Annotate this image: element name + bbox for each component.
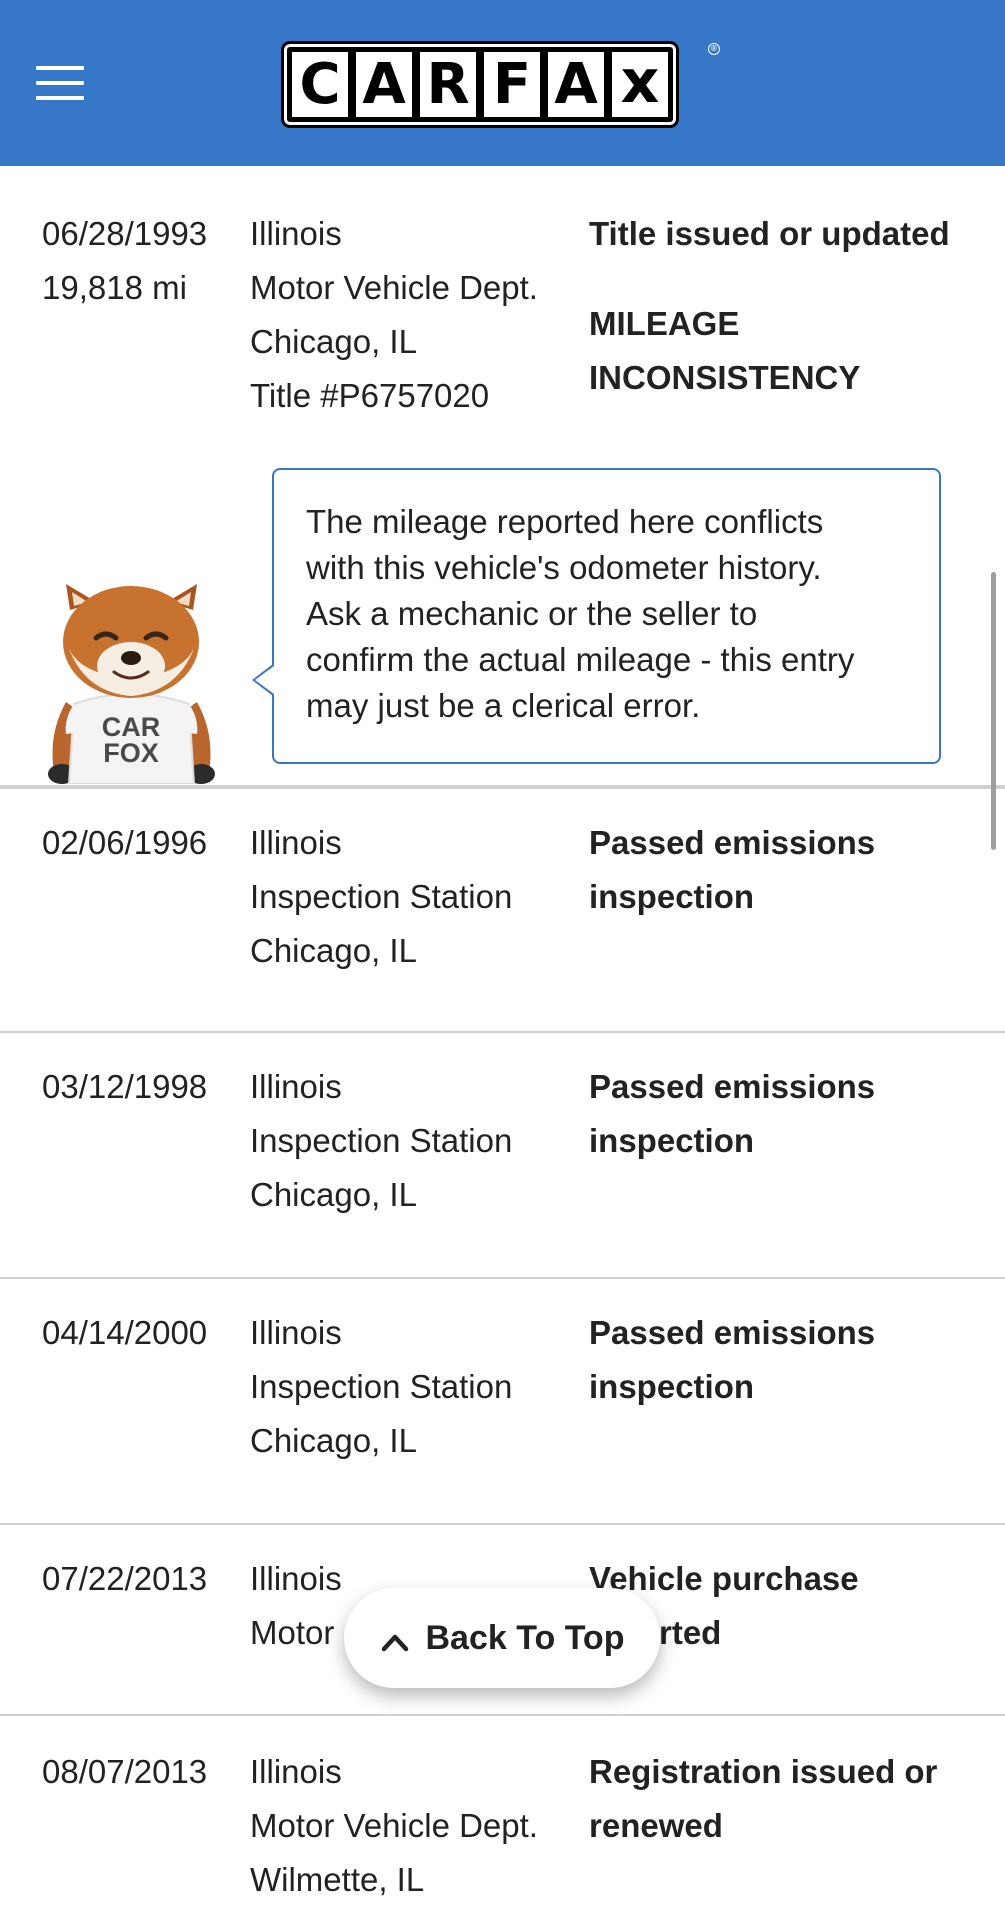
event-line: MILEAGE [589,305,740,342]
record-source-column: Illinois Inspection Station Chicago, IL [250,816,512,978]
source-line: Inspection Station [250,878,513,915]
history-record: 04/14/2000 Illinois Inspection Station C… [0,1279,1005,1525]
event-spacer [589,261,989,297]
event-line: INCONSISTENCY [589,359,861,396]
carfax-logo[interactable]: C A R F A x [281,41,679,128]
source-line: Inspection Station [250,1122,513,1159]
record-event-column: Passed emissions inspection [589,816,989,924]
history-record: 03/12/1998 Illinois Inspection Station C… [0,1033,1005,1279]
record-source-column: Illinois Motor Vehicle Dept. Wilmette, I… [250,1745,538,1907]
source-line: Chicago, IL [250,932,417,969]
record-date: 02/06/1996 [42,824,208,861]
history-record: 08/07/2013 Illinois Motor Vehicle Dept. … [0,1716,1005,1920]
callout-line: confirm the actual mileage - this entry [306,641,855,678]
app-header: C A R F A x ® [0,0,1005,166]
event-line: Passed emissions [589,824,876,861]
record-date: 06/28/1993 [42,215,208,252]
source-line: Illinois [250,1560,342,1597]
source-line: Illinois [250,1753,342,1790]
callout-line: may just be a clerical error. [306,687,701,724]
source-line: Illinois [250,1068,342,1105]
record-date-column: 06/28/1993 19,818 mi [42,207,207,315]
source-line: Inspection Station [250,1368,513,1405]
logo-letter: F [481,49,543,120]
callout-pointer-fill [255,666,274,694]
mileage-warning-callout: The mileage reported here conflicts with… [272,468,941,764]
source-line: Motor Vehicle Dept. [250,269,538,306]
record-date: 03/12/1998 [42,1068,208,1105]
record-source-column: Illinois Inspection Station Chicago, IL [250,1306,512,1468]
record-date: 04/14/2000 [42,1314,208,1351]
event-line: Vehicle purchase [589,1560,859,1597]
record-date: 08/07/2013 [42,1753,208,1790]
event-line: renewed [589,1807,723,1844]
logo-letter: R [417,49,479,120]
logo-letter: A [353,49,415,120]
source-line: Illinois [250,824,342,861]
record-source-column: Illinois Motor [250,1552,342,1660]
logo-letter: x [609,47,671,120]
event-line: inspection [589,1122,755,1159]
event-line: Passed emissions [589,1314,876,1351]
source-line: Chicago, IL [250,1422,417,1459]
event-line: Title issued or updated [589,215,950,252]
record-source-column: Illinois Inspection Station Chicago, IL [250,1060,512,1222]
event-line: inspection [589,878,755,915]
event-line: Registration issued or [589,1753,938,1790]
carfox-mascot-image: CAR FOX [48,584,215,784]
callout-line: Ask a mechanic or the seller to [306,595,758,632]
back-to-top-label: Back To Top [425,1618,625,1657]
event-line: Passed emissions [589,1068,876,1105]
source-line: Motor Vehicle Dept. [250,1807,538,1844]
record-event-column: Passed emissions inspection [589,1060,989,1168]
source-line: Chicago, IL [250,1176,417,1213]
source-line: Motor [250,1614,335,1651]
logo-letter: A [545,49,607,120]
record-mileage: 19,818 mi [42,269,187,306]
record-event-column: Registration issued or renewed [589,1745,989,1853]
shirt-text: FOX [103,738,159,768]
source-line: Chicago, IL [250,323,417,360]
menu-icon[interactable] [36,66,84,102]
record-event-column: Title issued or updated MILEAGE INCONSIS… [589,207,989,405]
back-to-top-button[interactable]: Back To Top [344,1588,660,1688]
history-record: 02/06/1996 Illinois Inspection Station C… [0,787,1005,1033]
callout-line: with this vehicle's odometer history. [306,549,822,586]
event-line: inspection [589,1368,755,1405]
record-event-column: Passed emissions inspection [589,1306,989,1414]
logo-letter: C [289,49,351,120]
registered-mark: ® [708,43,720,55]
record-source-column: Illinois Motor Vehicle Dept. Chicago, IL… [250,207,538,423]
source-line: Title #P6757020 [250,377,490,414]
callout-line: The mileage reported here conflicts [306,503,824,540]
source-line: Illinois [250,215,342,252]
chevron-up-icon [381,1634,408,1652]
source-line: Illinois [250,1314,342,1351]
record-date: 07/22/2013 [42,1560,208,1597]
source-line: Wilmette, IL [250,1861,425,1898]
scrollbar-thumb[interactable] [991,572,996,850]
